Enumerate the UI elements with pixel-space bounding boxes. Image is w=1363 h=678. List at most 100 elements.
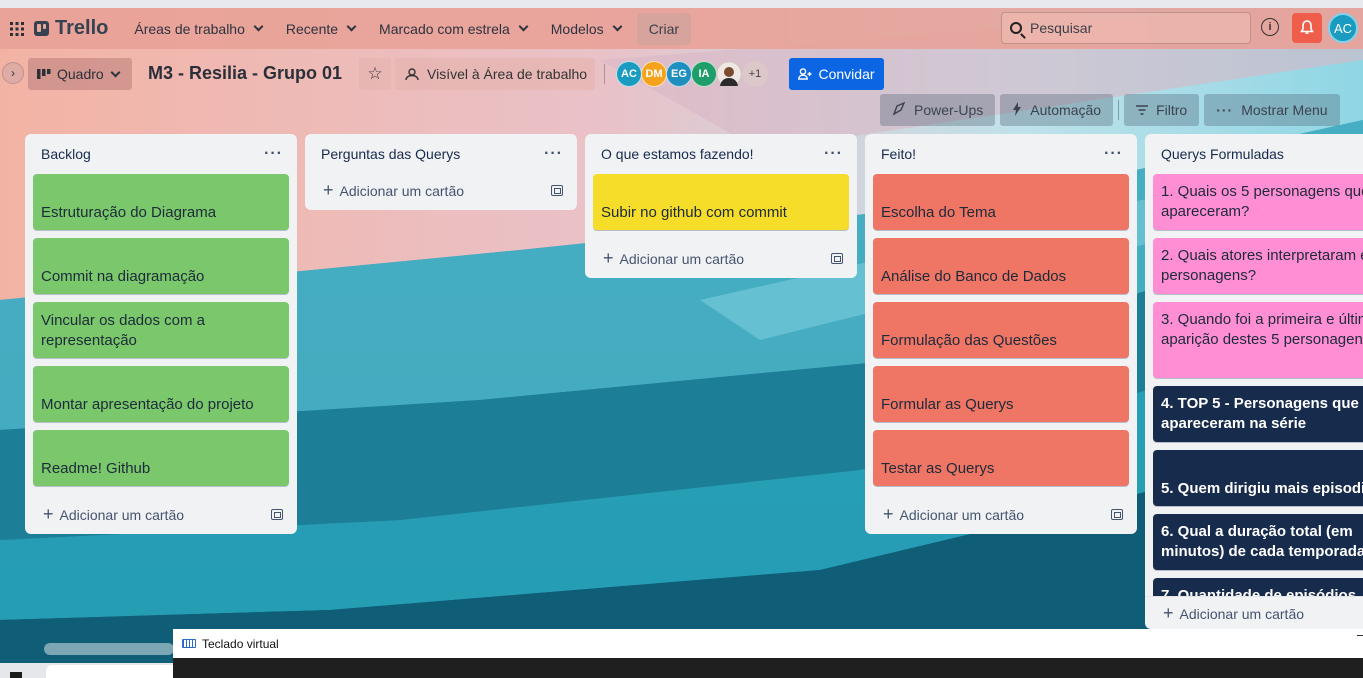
list-actions-icon[interactable]: ··· [1104,145,1123,163]
windows-start-icon[interactable] [10,672,22,678]
horizontal-scrollbar[interactable] [44,643,174,655]
member-avatar[interactable]: IA [691,61,717,87]
add-card-button[interactable]: + Adicionar um cartão [1163,603,1304,624]
list-actions-icon[interactable]: ··· [824,145,843,163]
card[interactable]: 1. Quais os 5 personagens que mais apare… [1153,174,1363,230]
expand-sidebar-icon[interactable]: › [2,62,24,84]
list-done: Feito! ··· Escolha do Tema Análise do Ba… [865,134,1137,534]
list-header[interactable]: Backlog ··· [25,134,297,174]
automation-button[interactable]: Automação [1000,94,1114,126]
card-title: Análise do Banco de Dados [881,268,1067,285]
taskbar [0,663,173,678]
card[interactable]: Subir no github com commit [593,174,849,230]
nav-starred[interactable]: Marcado com estrela [367,13,539,45]
add-card-label: Adicionar um cartão [899,506,1025,523]
member-avatar[interactable]: AC [616,61,642,87]
search-placeholder: Pesquisar [1030,20,1093,36]
card-template-icon[interactable] [271,508,283,520]
chevron-down-icon [110,67,121,77]
card[interactable]: 5. Quem dirigiu mais episodios [1153,450,1363,506]
powerups-button[interactable]: Power-Ups [880,94,996,126]
card-list: Escolha do Tema Análise do Banco de Dado… [865,174,1137,486]
show-menu-button[interactable]: ··· Mostrar Menu [1204,94,1340,126]
add-card-button[interactable]: + Adicionar um cartão [603,248,744,269]
taskbar-search-box[interactable] [46,665,173,678]
card[interactable]: 7. Quantidade de episódios [1153,578,1363,596]
board-members: AC DM EG IA +1 [616,61,768,87]
member-avatar[interactable]: DM [641,61,667,87]
create-button[interactable]: Criar [636,12,692,45]
card[interactable]: Montar apresentação do projeto [33,366,289,422]
card[interactable]: Análise do Banco de Dados [873,238,1129,294]
board-toolbar: Power-Ups Automação Filtro ··· Mostrar M… [880,94,1345,126]
minimize-icon[interactable] [1357,635,1363,636]
card[interactable]: 4. TOP 5 - Personagens que mais aparecer… [1153,386,1363,442]
powerups-label: Power-Ups [914,102,984,118]
list-actions-icon[interactable]: ··· [544,145,563,163]
member-avatar[interactable]: EG [666,61,692,87]
nav-recent[interactable]: Recente [274,13,367,45]
keyboard-icon [182,639,196,648]
add-card-label: Adicionar um cartão [1179,606,1305,622]
add-card-button[interactable]: + Adicionar um cartão [323,180,464,201]
board-view-switcher[interactable]: Quadro [28,58,132,90]
member-photo-avatar[interactable] [716,61,742,87]
virtual-keyboard-body[interactable] [173,658,1363,678]
filter-button[interactable]: Filtro [1124,94,1200,126]
show-menu-label: Mostrar Menu [1241,102,1328,118]
more-members[interactable]: +1 [742,61,768,87]
add-card-row: + Adicionar um cartão [1145,596,1363,629]
list-header[interactable]: O que estamos fazendo! ··· [585,134,857,174]
invite-button[interactable]: Convidar [789,58,884,90]
chevron-down-icon [612,21,623,32]
card[interactable]: Formulação das Questões [873,302,1129,358]
card-title: 1. Quais os 5 personagens que mais apare… [1161,183,1363,220]
card[interactable]: Commit na diagramação [33,238,289,294]
chevron-down-icon [346,21,357,32]
add-card-row: + Adicionar um cartão [305,170,577,210]
virtual-keyboard-titlebar[interactable]: Teclado virtual [173,629,1363,658]
nav-workspaces[interactable]: Áreas de trabalho [122,13,274,45]
board-title[interactable]: M3 - Resilia - Grupo 01 [148,63,342,84]
plus-icon: + [43,503,54,524]
add-card-button[interactable]: + Adicionar um cartão [43,504,184,525]
list-header[interactable]: Feito! ··· [865,134,1137,174]
card[interactable]: Escolha do Tema [873,174,1129,230]
info-icon[interactable]: i [1261,18,1279,36]
nav-templates[interactable]: Modelos [539,13,633,45]
add-card-button[interactable]: + Adicionar um cartão [883,504,1024,525]
card[interactable]: 3. Quando foi a primeira e última apariç… [1153,302,1363,378]
app-switcher-icon[interactable] [0,8,34,49]
search-icon [1010,22,1022,34]
card-title: Subir no github com commit [601,204,787,221]
card-template-icon[interactable] [551,184,563,196]
card-title: Testar as Querys [881,460,995,477]
visibility-label: Visível à Área de trabalho [427,66,588,82]
visibility-button[interactable]: Visível à Área de trabalho [395,58,595,90]
card[interactable]: Readme! Github [33,430,289,486]
nav-starred-label: Marcado com estrela [379,20,510,37]
card[interactable]: Estruturação do Diagrama [33,174,289,230]
card[interactable]: 6. Qual a duração total (em minutos) de … [1153,514,1363,570]
notifications-bell-icon[interactable] [1292,13,1322,43]
plus-icon: + [1163,603,1174,623]
virtual-keyboard-title: Teclado virtual [202,636,279,651]
list-header[interactable]: Perguntas das Querys ··· [305,134,577,174]
card-template-icon[interactable] [831,252,843,264]
card-title: 7. Quantidade de episódios [1161,587,1357,596]
star-board-icon[interactable]: ☆ [359,58,391,90]
card-template-icon[interactable] [1111,508,1123,520]
card[interactable]: Vincular os dados com a representação [33,302,289,358]
search-input[interactable]: Pesquisar [1001,12,1251,44]
card[interactable]: Testar as Querys [873,430,1129,486]
plus-icon: + [603,247,614,268]
add-card-label: Adicionar um cartão [339,182,465,199]
user-avatar[interactable]: AC [1328,13,1358,43]
card[interactable]: Formular as Querys [873,366,1129,422]
add-card-label: Adicionar um cartão [619,250,745,267]
list-actions-icon[interactable]: ··· [264,145,283,163]
card[interactable]: 2. Quais atores interpretaram estes pers… [1153,238,1363,294]
list-title: Backlog [41,146,91,162]
trello-logo[interactable]: Trello [34,17,108,40]
list-header[interactable]: Querys Formuladas [1145,134,1363,174]
